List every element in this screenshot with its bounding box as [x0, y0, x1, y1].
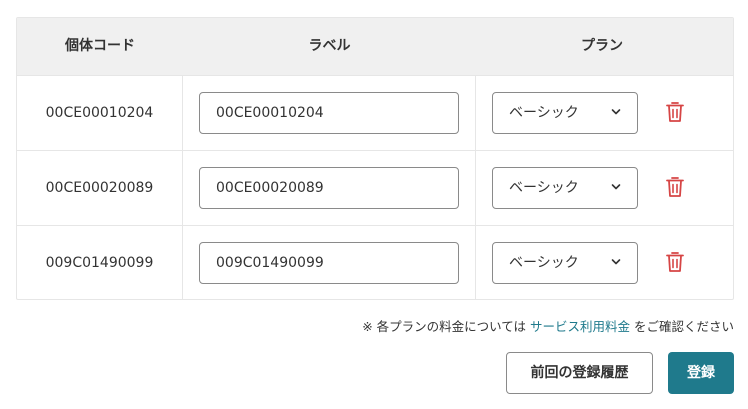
device-code: 00CE00020089: [17, 151, 183, 225]
registration-history-button[interactable]: 前回の登録履歴: [506, 352, 653, 394]
header-plan: プラン: [581, 38, 623, 54]
trash-icon[interactable]: [665, 100, 685, 124]
pricing-link[interactable]: サービス利用料金: [530, 319, 630, 334]
label-cell: [183, 76, 476, 150]
label-cell: [183, 226, 476, 300]
table-row: 00CE00010204 ベーシック: [17, 75, 733, 150]
table-header: 個体コード ラベル プラン: [17, 18, 733, 75]
plan-select-value: ベーシック: [509, 105, 579, 121]
chevron-down-icon: [611, 184, 621, 190]
plan-select-value: ベーシック: [509, 180, 579, 196]
table-row: 009C01490099 ベーシック: [17, 225, 733, 300]
device-code: 009C01490099: [17, 226, 183, 300]
table-row: 00CE00020089 ベーシック: [17, 150, 733, 225]
label-input[interactable]: [199, 167, 459, 209]
plan-select-value: ベーシック: [509, 255, 579, 271]
plan-select[interactable]: ベーシック: [492, 167, 638, 209]
register-button[interactable]: 登録: [668, 352, 734, 394]
label-input[interactable]: [199, 242, 459, 284]
plan-select[interactable]: ベーシック: [492, 92, 638, 134]
plan-select[interactable]: ベーシック: [492, 242, 638, 284]
pricing-note-suffix: をご確認ください: [630, 319, 734, 334]
pricing-note: ※ 各プランの料金については サービス利用料金 をご確認ください: [362, 316, 734, 335]
chevron-down-icon: [611, 109, 621, 115]
device-code: 00CE00010204: [17, 76, 183, 150]
chevron-down-icon: [611, 259, 621, 265]
trash-icon[interactable]: [665, 175, 685, 199]
pricing-note-prefix: ※ 各プランの料金については: [362, 319, 530, 334]
label-cell: [183, 151, 476, 225]
device-table: 個体コード ラベル プラン 00CE00010204 ベーシック 00CE000…: [16, 17, 734, 300]
trash-icon[interactable]: [665, 250, 685, 274]
header-label: ラベル: [308, 38, 351, 54]
header-code: 個体コード: [65, 38, 135, 54]
label-input[interactable]: [199, 92, 459, 134]
